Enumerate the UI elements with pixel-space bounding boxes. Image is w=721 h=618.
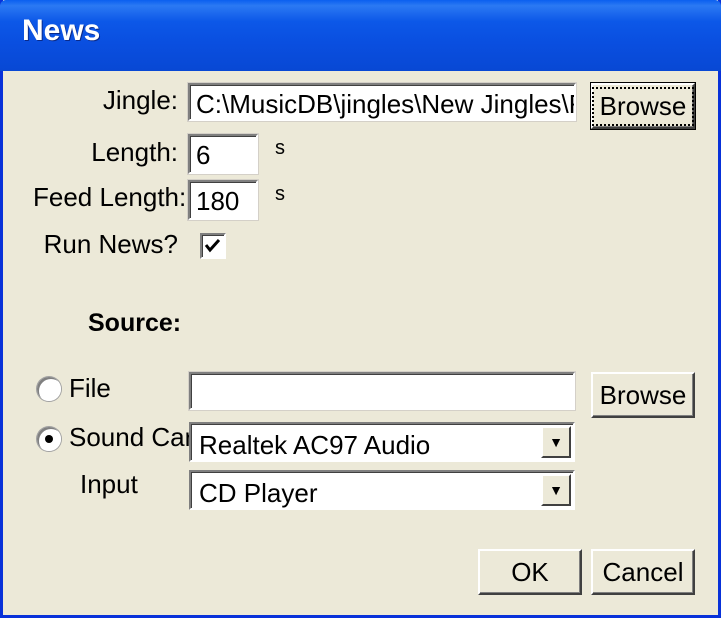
jingle-path-field[interactable]: C:\MusicDB\jingles\New Jingles\RWF: [188, 83, 576, 121]
input-value: CD Player: [199, 478, 318, 508]
run-news-label: Run News?: [43, 229, 178, 259]
title-bar[interactable]: News: [0, 0, 721, 71]
ok-button[interactable]: OK: [478, 549, 582, 595]
window-title: News: [22, 14, 101, 47]
sound-card-value: Realtek AC97 Audio: [199, 430, 431, 460]
feed-length-unit: s: [275, 183, 285, 205]
file-label: File: [69, 373, 111, 403]
length-label: Length:: [91, 137, 178, 167]
input-select[interactable]: CD Player ▼: [189, 470, 575, 510]
input-label: Input: [80, 469, 138, 499]
file-radio[interactable]: [37, 377, 61, 401]
cancel-button[interactable]: Cancel: [591, 549, 695, 595]
jingle-label: Jingle:: [102, 85, 178, 115]
feed-length-field[interactable]: 180: [188, 180, 258, 220]
sound-card-label: Sound Card: [69, 422, 208, 452]
dropdown-arrow-icon[interactable]: ▼: [541, 426, 571, 458]
length-field[interactable]: 6: [188, 134, 258, 174]
jingle-browse-label: Browse: [591, 86, 695, 126]
dropdown-arrow-icon[interactable]: ▼: [541, 474, 571, 506]
sound-card-select[interactable]: Realtek AC97 Audio ▼: [189, 422, 575, 462]
radio-selected-dot: [45, 435, 53, 443]
feed-length-label: Feed Length:: [33, 182, 187, 212]
length-unit: s: [275, 137, 285, 159]
jingle-browse-button[interactable]: Browse: [590, 82, 696, 130]
source-heading: Source:: [88, 309, 182, 337]
news-dialog: News Jingle: C:\MusicDB\jingles\New Jing…: [0, 0, 721, 618]
file-browse-button[interactable]: Browse: [591, 372, 695, 418]
file-path-field[interactable]: [189, 372, 575, 410]
run-news-checkbox[interactable]: [200, 233, 226, 259]
checkmark-icon: [204, 238, 221, 253]
sound-card-radio[interactable]: [37, 427, 61, 451]
